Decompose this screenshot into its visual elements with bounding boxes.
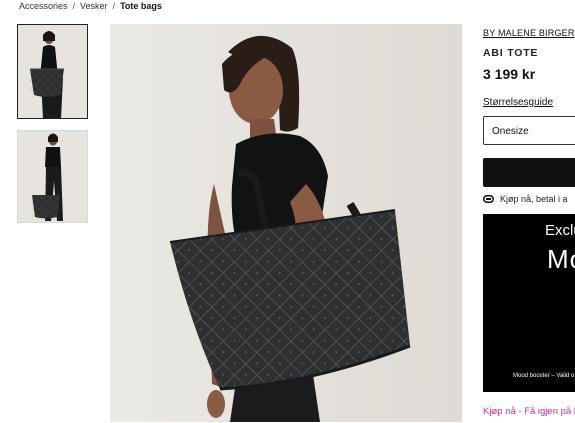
add-to-cart-button[interactable] (483, 158, 575, 187)
main-product-image[interactable] (110, 24, 462, 422)
thumbnail-1-image (18, 25, 87, 118)
promo-line-1: Exclu (545, 222, 575, 239)
breadcrumb-separator: / (112, 1, 116, 11)
promo-line-2: Mo (547, 244, 575, 274)
product-price: 3 199 kr (483, 66, 536, 82)
breadcrumb-accessories[interactable]: Accessories (19, 1, 68, 11)
promo-banner[interactable]: Exclu Mo Mood booster – Valid o (483, 214, 575, 392)
breadcrumb: Accessories / Vesker / Tote bags (19, 1, 162, 11)
size-select[interactable]: Onesize (483, 116, 575, 145)
buy-now-pay-later-link[interactable]: Kjøp nå - Få igjen på la (483, 406, 575, 417)
promo-footer: Mood booster – Valid o (513, 373, 575, 379)
thumbnail-2[interactable] (17, 130, 88, 223)
breadcrumb-current: Tote bags (120, 1, 162, 11)
breadcrumb-vesker[interactable]: Vesker (80, 1, 108, 11)
klarna-icon (483, 195, 494, 203)
model-with-tote-illustration (110, 24, 462, 422)
product-info-panel: BY MALENE BIRGER ABI TOTE 3 199 kr Størr… (483, 28, 575, 417)
thumbnail-1[interactable] (17, 24, 88, 119)
klarna-info: Kjøp nå, betal i a (483, 194, 568, 204)
brand-link[interactable]: BY MALENE BIRGER (483, 28, 575, 38)
breadcrumb-separator: / (72, 1, 76, 11)
size-guide-link[interactable]: Størrelsesguide (483, 97, 553, 108)
product-page: Accessories / Vesker / Tote bags BY MALE… (0, 0, 575, 423)
klarna-text: Kjøp nå, betal i a (500, 194, 568, 204)
thumbnail-2-image (18, 131, 87, 222)
product-name: ABI TOTE (483, 47, 539, 59)
